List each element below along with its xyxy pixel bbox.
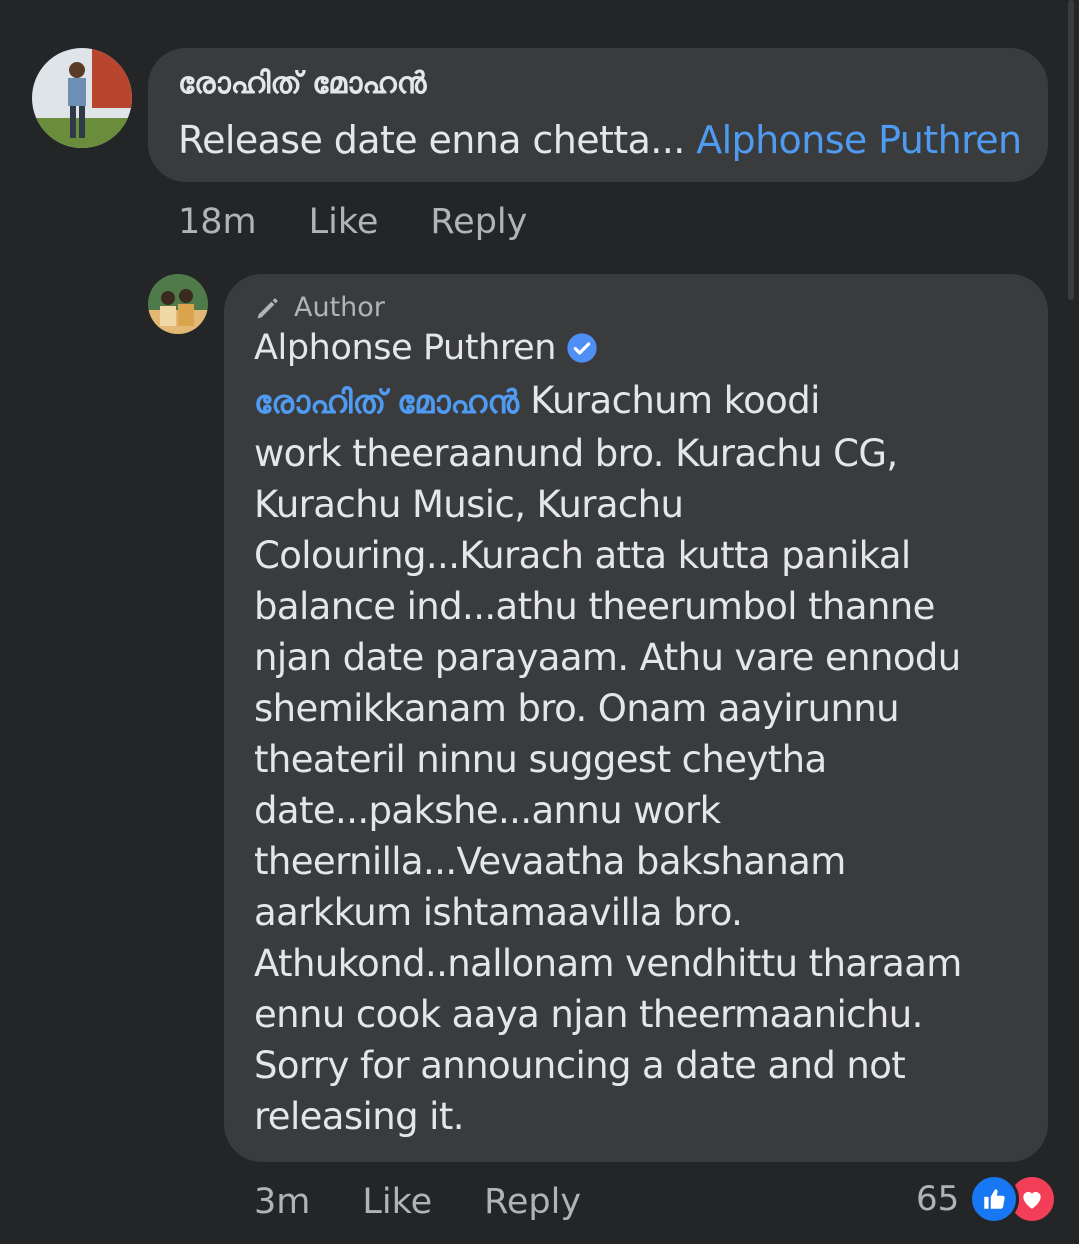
scrollbar[interactable] xyxy=(1068,0,1074,300)
comment-actions: 18m Like Reply xyxy=(178,202,579,242)
reply-text: രോഹിത് മോഹൻ Kurachum koodi work theeraan… xyxy=(254,375,1034,1142)
author-avatar[interactable] xyxy=(148,274,208,334)
reply-line: theateril ninnu suggest cheytha xyxy=(254,738,827,781)
reply-line: Sorry for announcing a date and not xyxy=(254,1044,906,1087)
commenter-avatar[interactable] xyxy=(32,48,132,148)
reaction-summary[interactable]: 65 xyxy=(916,1174,1058,1224)
reply-author: Alphonse Puthren xyxy=(254,328,598,368)
author-badge: Author xyxy=(254,292,385,323)
reaction-count: 65 xyxy=(916,1179,960,1219)
reply-line: Athukond..nallonam vendhittu tharaam xyxy=(254,942,962,985)
reply-line: aarkkum ishtamaavilla bro. xyxy=(254,891,743,934)
thumbs-up-icon xyxy=(984,1189,1005,1209)
commenter-photo xyxy=(32,48,132,148)
author-photo xyxy=(148,274,208,334)
comment-body: Release date enna chetta... xyxy=(178,118,685,162)
reply-line: releasing it. xyxy=(254,1095,464,1138)
reply-line: balance ind...athu theerumbol thanne xyxy=(254,585,935,628)
commenter-name[interactable]: രോഹിത് മോഹൻ xyxy=(178,66,427,101)
like-reaction-icon xyxy=(969,1174,1020,1224)
reply-line: shemikkanam bro. Onam aayirunnu xyxy=(254,687,900,730)
heart-icon xyxy=(1023,1191,1041,1209)
like-button[interactable]: Like xyxy=(309,202,379,242)
verified-badge-icon xyxy=(567,333,597,363)
reply-reply-button[interactable]: Reply xyxy=(484,1182,581,1222)
reply-line: ennu cook aaya njan theermaanichu. xyxy=(254,993,923,1036)
reply-actions: 3m Like Reply xyxy=(254,1182,633,1222)
author-badge-label: Author xyxy=(294,292,385,323)
comment-text: Release date enna chetta... Alphonse Put… xyxy=(178,118,1022,162)
reply-button[interactable]: Reply xyxy=(430,202,527,242)
reply-line-text: Kurachum koodi xyxy=(519,379,820,422)
reply-line: രോഹിത് മോഹൻ Kurachum koodi xyxy=(254,375,1034,428)
reply-line: work theeraanund bro. Kurachu CG, xyxy=(254,432,898,475)
mention-link[interactable]: Alphonse Puthren xyxy=(696,118,1022,162)
reply-author-name[interactable]: Alphonse Puthren xyxy=(254,328,556,368)
reply-line: date...pakshe...annu work xyxy=(254,789,721,832)
reply-line: Kurachu Music, Kurachu xyxy=(254,483,684,526)
comments-thread: രോഹിത് മോഹൻ Release date enna chetta... … xyxy=(0,0,1079,1244)
reply-line: Colouring...Kurach atta kutta panikal xyxy=(254,534,911,577)
reply-like-button[interactable]: Like xyxy=(362,1182,432,1222)
comment-timestamp[interactable]: 18m xyxy=(178,202,257,242)
reply-line: theernilla...Vevaatha bakshanam xyxy=(254,840,846,883)
reply-line: njan date parayaam. Athu vare ennodu xyxy=(254,636,961,679)
reply-mention-link[interactable]: രോഹിത് മോഹൻ xyxy=(254,383,519,421)
pencil-icon xyxy=(257,297,278,318)
reply-timestamp[interactable]: 3m xyxy=(254,1182,310,1222)
